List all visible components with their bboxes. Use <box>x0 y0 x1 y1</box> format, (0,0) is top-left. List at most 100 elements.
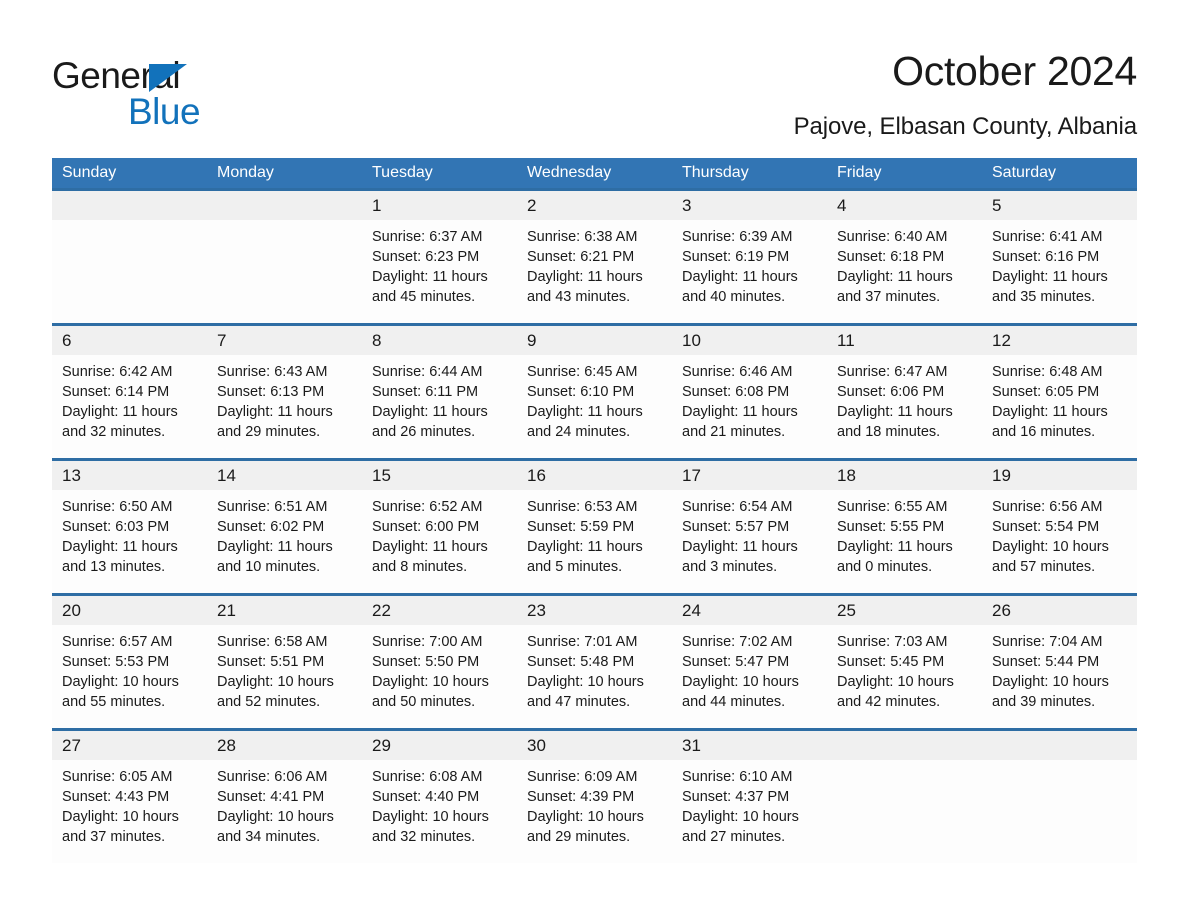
sunrise-text: Sunrise: 6:43 AM <box>217 364 328 380</box>
daylight-text-line2: and 29 minutes. <box>217 424 321 440</box>
sunrise-text: Sunrise: 6:54 AM <box>682 499 793 515</box>
sunset-text: Sunset: 6:08 PM <box>682 384 790 400</box>
daylight-text-line2: and 3 minutes. <box>682 559 778 575</box>
day-cell[interactable]: Sunrise: 6:41 AM Sunset: 6:16 PM Dayligh… <box>982 220 1137 323</box>
day-cell[interactable]: Sunrise: 6:40 AM Sunset: 6:18 PM Dayligh… <box>827 220 982 323</box>
day-cell[interactable]: Sunrise: 6:55 AM Sunset: 5:55 PM Dayligh… <box>827 490 982 593</box>
day-cell[interactable] <box>827 760 982 863</box>
sunset-text: Sunset: 6:00 PM <box>372 519 480 535</box>
day-cell[interactable]: Sunrise: 6:54 AM Sunset: 5:57 PM Dayligh… <box>672 490 827 593</box>
day-cell[interactable]: Sunrise: 6:56 AM Sunset: 5:54 PM Dayligh… <box>982 490 1137 593</box>
page-header: General Blue October 2024 Pajove, Elbasa… <box>52 46 1137 146</box>
day-cell[interactable] <box>207 220 362 323</box>
daylight-text-line1: Daylight: 10 hours <box>217 809 334 825</box>
sunset-text: Sunset: 4:39 PM <box>527 789 635 805</box>
day-cell[interactable]: Sunrise: 6:48 AM Sunset: 6:05 PM Dayligh… <box>982 355 1137 458</box>
daylight-text-line2: and 50 minutes. <box>372 694 476 710</box>
sunset-text: Sunset: 6:11 PM <box>372 384 479 400</box>
sunrise-text: Sunrise: 6:50 AM <box>62 499 173 515</box>
week-date-band: 27 28 29 30 31 <box>52 731 1137 760</box>
day-cell[interactable] <box>52 220 207 323</box>
sunrise-text: Sunrise: 7:01 AM <box>527 634 638 650</box>
day-cell[interactable] <box>982 760 1137 863</box>
sunset-text: Sunset: 6:06 PM <box>837 384 945 400</box>
daylight-text-line2: and 24 minutes. <box>527 424 631 440</box>
daylight-text-line2: and 10 minutes. <box>217 559 321 575</box>
day-cell[interactable]: Sunrise: 6:53 AM Sunset: 5:59 PM Dayligh… <box>517 490 672 593</box>
day-number: 14 <box>217 466 236 485</box>
sunset-text: Sunset: 5:59 PM <box>527 519 635 535</box>
day-number: 25 <box>837 601 856 620</box>
day-number: 1 <box>372 196 382 215</box>
day-number: 8 <box>372 331 382 350</box>
sunset-text: Sunset: 5:54 PM <box>992 519 1100 535</box>
day-cell[interactable]: Sunrise: 6:37 AM Sunset: 6:23 PM Dayligh… <box>362 220 517 323</box>
day-cell[interactable]: Sunrise: 6:10 AM Sunset: 4:37 PM Dayligh… <box>672 760 827 863</box>
sunset-text: Sunset: 4:43 PM <box>62 789 170 805</box>
daylight-text-line1: Daylight: 10 hours <box>62 674 179 690</box>
calendar-table: Sunday Monday Tuesday Wednesday Thursday… <box>52 158 1137 863</box>
day-cell[interactable]: Sunrise: 6:05 AM Sunset: 4:43 PM Dayligh… <box>52 760 207 863</box>
day-number: 9 <box>527 331 537 350</box>
calendar-week-row: 13 14 15 16 17 18 19 Sunrise: 6:50 AM Su… <box>52 458 1137 593</box>
day-cell[interactable]: Sunrise: 7:04 AM Sunset: 5:44 PM Dayligh… <box>982 625 1137 728</box>
weekday-header-thursday: Thursday <box>682 164 749 181</box>
daylight-text-line2: and 8 minutes. <box>372 559 468 575</box>
sunset-text: Sunset: 5:45 PM <box>837 654 945 670</box>
daylight-text-line1: Daylight: 11 hours <box>527 404 643 420</box>
day-cell[interactable]: Sunrise: 6:38 AM Sunset: 6:21 PM Dayligh… <box>517 220 672 323</box>
day-cell[interactable]: Sunrise: 6:50 AM Sunset: 6:03 PM Dayligh… <box>52 490 207 593</box>
day-cell[interactable]: Sunrise: 6:42 AM Sunset: 6:14 PM Dayligh… <box>52 355 207 458</box>
sunrise-text: Sunrise: 6:48 AM <box>992 364 1103 380</box>
daylight-text-line1: Daylight: 10 hours <box>992 539 1109 555</box>
sunrise-text: Sunrise: 6:06 AM <box>217 769 328 785</box>
title-block: October 2024 Pajove, Elbasan County, Alb… <box>794 46 1138 142</box>
day-cell[interactable]: Sunrise: 6:08 AM Sunset: 4:40 PM Dayligh… <box>362 760 517 863</box>
daylight-text-line2: and 43 minutes. <box>527 289 631 305</box>
day-number: 29 <box>372 736 391 755</box>
daylight-text-line1: Daylight: 11 hours <box>527 269 643 285</box>
day-cell[interactable]: Sunrise: 6:51 AM Sunset: 6:02 PM Dayligh… <box>207 490 362 593</box>
day-cell[interactable]: Sunrise: 6:46 AM Sunset: 6:08 PM Dayligh… <box>672 355 827 458</box>
daylight-text-line1: Daylight: 11 hours <box>527 539 643 555</box>
day-cell[interactable]: Sunrise: 7:01 AM Sunset: 5:48 PM Dayligh… <box>517 625 672 728</box>
day-number: 27 <box>62 736 81 755</box>
daylight-text-line1: Daylight: 10 hours <box>372 674 489 690</box>
weekday-header-friday: Friday <box>837 164 882 181</box>
sunrise-text: Sunrise: 6:51 AM <box>217 499 328 515</box>
day-cell[interactable]: Sunrise: 6:44 AM Sunset: 6:11 PM Dayligh… <box>362 355 517 458</box>
day-cell[interactable]: Sunrise: 7:00 AM Sunset: 5:50 PM Dayligh… <box>362 625 517 728</box>
daylight-text-line1: Daylight: 11 hours <box>992 269 1108 285</box>
daylight-text-line2: and 57 minutes. <box>992 559 1096 575</box>
sunset-text: Sunset: 6:14 PM <box>62 384 170 400</box>
day-cell[interactable]: Sunrise: 6:58 AM Sunset: 5:51 PM Dayligh… <box>207 625 362 728</box>
week-detail-band: Sunrise: 6:50 AM Sunset: 6:03 PM Dayligh… <box>52 490 1137 593</box>
day-number: 26 <box>992 601 1011 620</box>
day-cell[interactable]: Sunrise: 6:52 AM Sunset: 6:00 PM Dayligh… <box>362 490 517 593</box>
sunrise-text: Sunrise: 6:05 AM <box>62 769 173 785</box>
sunset-text: Sunset: 5:48 PM <box>527 654 635 670</box>
day-cell[interactable]: Sunrise: 6:45 AM Sunset: 6:10 PM Dayligh… <box>517 355 672 458</box>
day-cell[interactable]: Sunrise: 6:39 AM Sunset: 6:19 PM Dayligh… <box>672 220 827 323</box>
day-number: 17 <box>682 466 701 485</box>
day-number: 31 <box>682 736 701 755</box>
daylight-text-line2: and 55 minutes. <box>62 694 166 710</box>
sunset-text: Sunset: 5:50 PM <box>372 654 480 670</box>
daylight-text-line1: Daylight: 11 hours <box>62 404 178 420</box>
week-date-band: 13 14 15 16 17 18 19 <box>52 461 1137 490</box>
daylight-text-line1: Daylight: 10 hours <box>527 809 644 825</box>
day-cell[interactable]: Sunrise: 7:02 AM Sunset: 5:47 PM Dayligh… <box>672 625 827 728</box>
sunrise-text: Sunrise: 6:55 AM <box>837 499 948 515</box>
general-blue-logo[interactable]: General Blue <box>52 54 352 132</box>
day-number: 23 <box>527 601 546 620</box>
day-cell[interactable]: Sunrise: 6:57 AM Sunset: 5:53 PM Dayligh… <box>52 625 207 728</box>
day-cell[interactable]: Sunrise: 7:03 AM Sunset: 5:45 PM Dayligh… <box>827 625 982 728</box>
daylight-text-line1: Daylight: 10 hours <box>372 809 489 825</box>
day-cell[interactable]: Sunrise: 6:06 AM Sunset: 4:41 PM Dayligh… <box>207 760 362 863</box>
day-number: 22 <box>372 601 391 620</box>
day-cell[interactable]: Sunrise: 6:43 AM Sunset: 6:13 PM Dayligh… <box>207 355 362 458</box>
daylight-text-line1: Daylight: 10 hours <box>62 809 179 825</box>
day-cell[interactable]: Sunrise: 6:47 AM Sunset: 6:06 PM Dayligh… <box>827 355 982 458</box>
day-cell[interactable]: Sunrise: 6:09 AM Sunset: 4:39 PM Dayligh… <box>517 760 672 863</box>
day-number: 7 <box>217 331 227 350</box>
